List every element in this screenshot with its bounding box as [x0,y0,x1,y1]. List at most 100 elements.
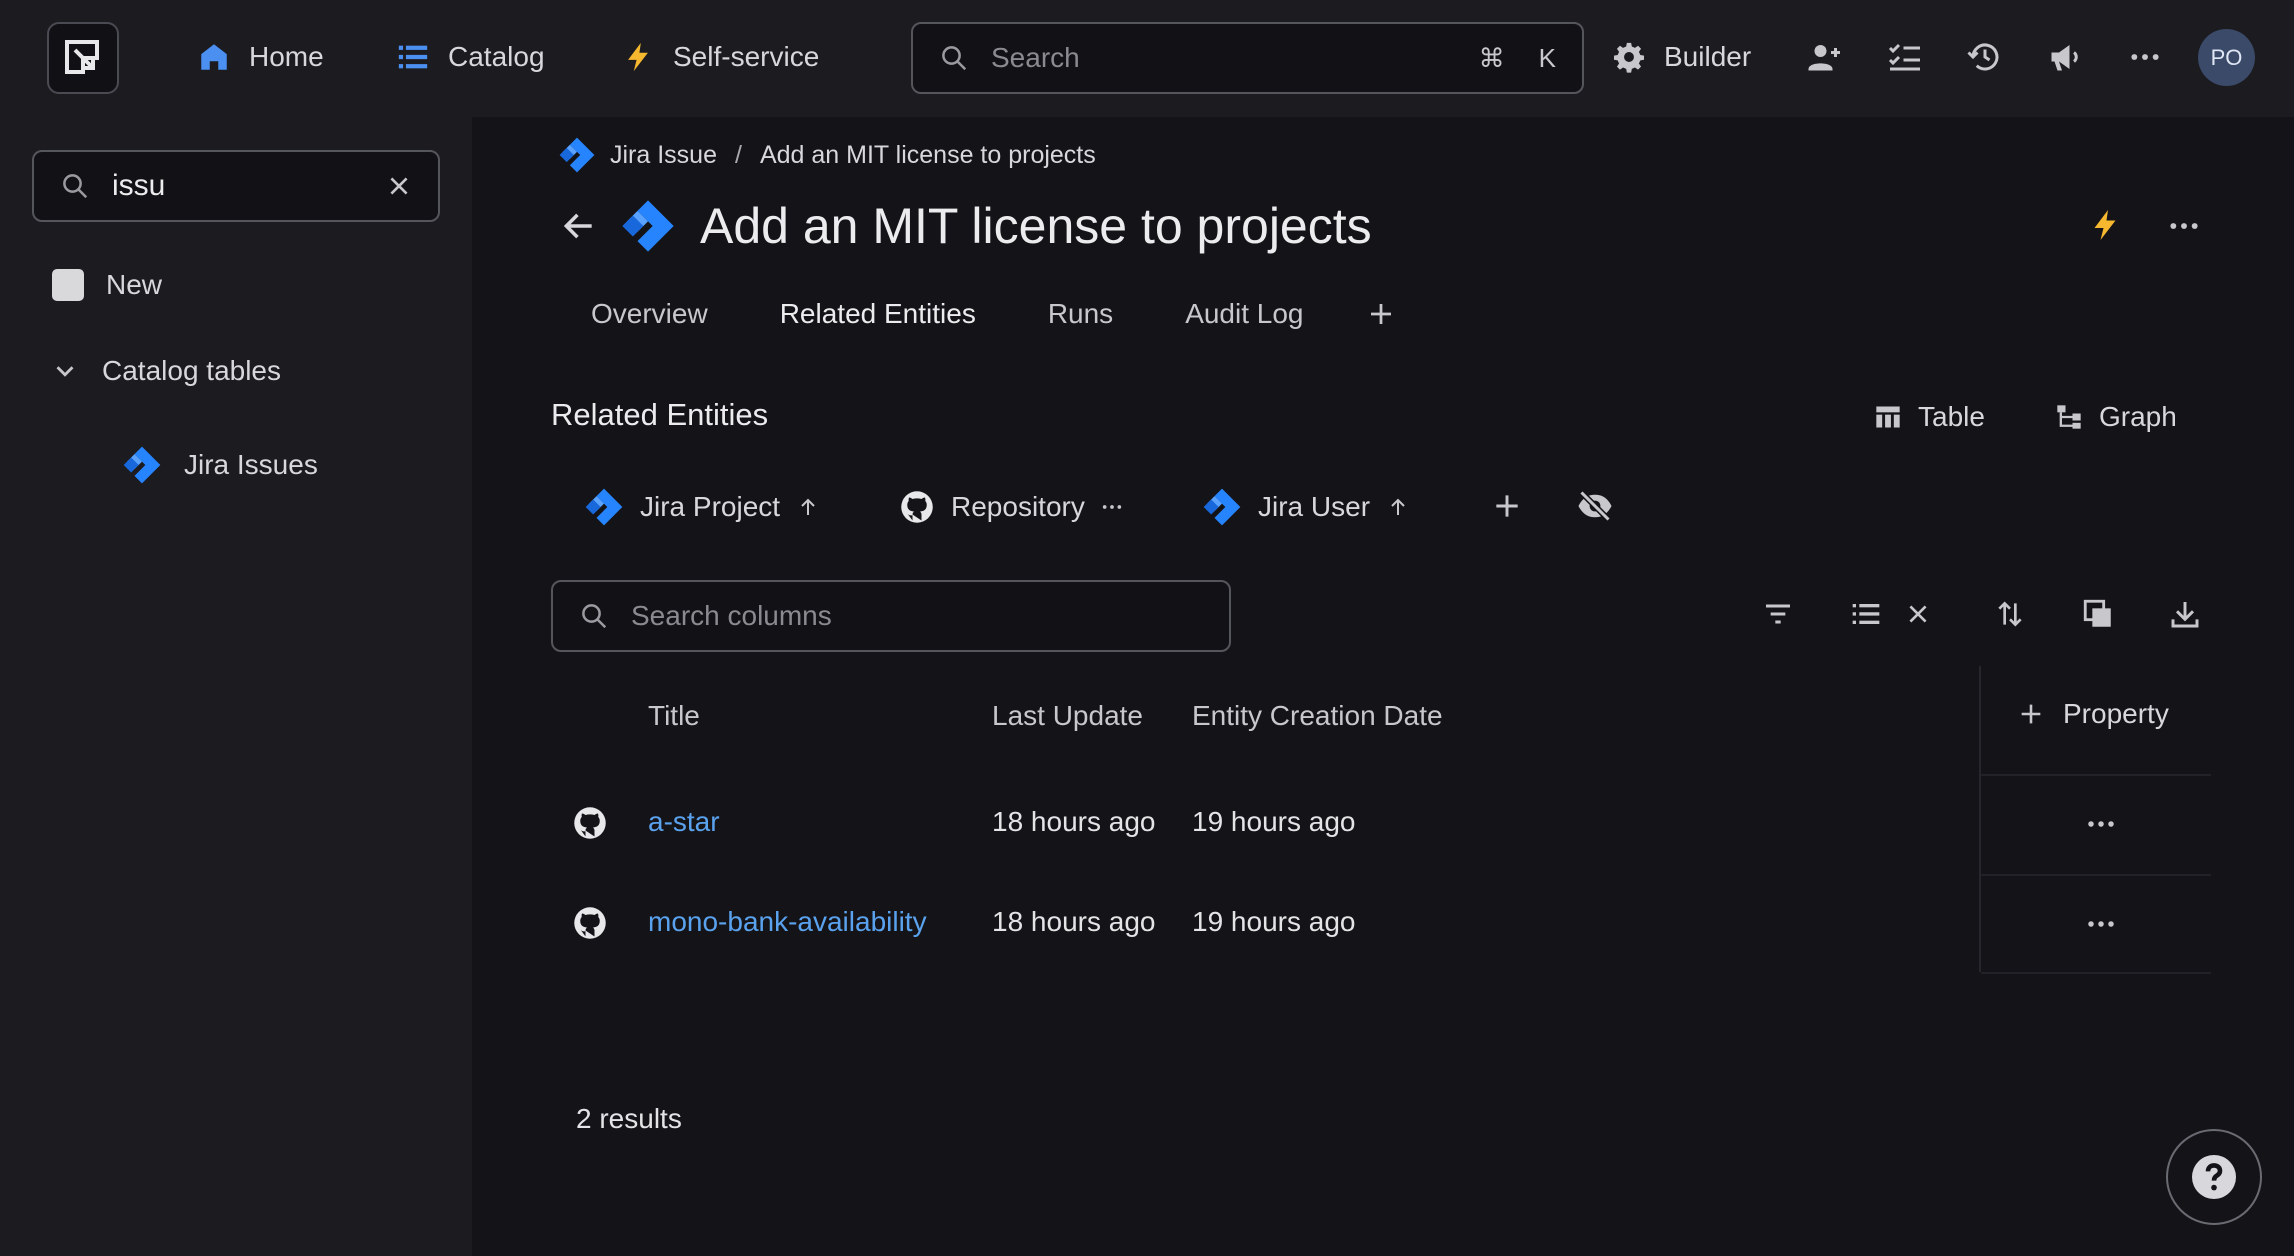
column-header-last-update[interactable]: Last Update [992,700,1143,732]
property-column-divider [1979,666,1981,972]
nav-catalog[interactable]: Catalog [396,32,545,82]
more-icon[interactable] [2125,37,2165,77]
sidebar-search-input[interactable]: issu [32,150,440,222]
sidebar-folder-catalog-tables[interactable]: Catalog tables [50,355,281,387]
section-title: Related Entities [551,397,769,432]
add-property-button[interactable]: Property [2017,698,2169,730]
gear-icon [1612,40,1646,74]
view-table-button[interactable]: Table [1874,396,1985,438]
sidebar-item-label: Jira Issues [184,449,318,480]
view-table-label: Table [1918,401,1985,432]
row-divider [1981,972,2211,974]
filter-icon[interactable] [1758,594,1798,634]
jira-icon [558,136,596,174]
jira-icon [620,198,676,254]
search-icon [60,171,90,201]
tab-related-entities[interactable]: Related Entities [780,298,976,330]
jira-icon [122,445,162,485]
nav-self-service[interactable]: Self-service [621,32,819,82]
tab-runs[interactable]: Runs [1048,298,1113,330]
relation-tab-repository[interactable]: Repository [899,485,1123,529]
view-graph-label: Graph [2099,401,2177,432]
nav-home[interactable]: Home [197,32,324,82]
lightning-icon [621,40,655,74]
entity-title-link[interactable]: a-star [648,806,720,838]
sidebar-item-label: Catalog tables [102,355,282,386]
group-by-list-icon[interactable] [1846,594,1886,634]
hidden-relations-eye-off-icon[interactable] [1576,488,1614,524]
row-more-icon[interactable] [2083,909,2119,939]
nav-home-label: Home [249,41,324,72]
top-navigation-bar: Home Catalog Self-service Search ⌘ K Bui… [0,0,2294,117]
add-property-label: Property [2063,698,2169,729]
page-more-icon[interactable] [2168,210,2200,242]
more-icon [1101,496,1123,518]
shortcut-cmd: ⌘ [1478,42,1505,73]
entity-tabs: Overview Related Entities Runs Audit Log [591,292,1396,336]
catalog-list-icon [396,40,430,74]
graph-icon [2055,403,2083,431]
search-icon [579,601,609,631]
github-icon [899,489,935,525]
port-logo[interactable] [47,22,119,94]
jira-icon [1202,487,1242,527]
home-icon [197,40,231,74]
creation-date-cell: 19 hours ago [1192,906,1356,937]
actions-lightning-icon[interactable] [2087,206,2123,244]
relation-tab-jira-project[interactable]: Jira Project [584,485,820,529]
catalog-sidebar: issu New Catalog tables Jira Issues [0,117,472,1256]
arrow-up-icon [1386,495,1410,519]
back-arrow-icon[interactable] [560,207,598,245]
column-header-title[interactable]: Title [648,700,700,732]
download-icon[interactable] [2165,594,2205,634]
page-header: Add an MIT license to projects [560,190,1372,262]
add-tab-icon[interactable] [1366,299,1396,329]
tab-overview[interactable]: Overview [591,298,708,330]
help-icon [2190,1153,2238,1201]
clear-group-icon[interactable] [1898,594,1938,634]
user-avatar[interactable]: PO [2198,29,2255,86]
sidebar-item-label: New [106,269,163,300]
breadcrumb-parent-link[interactable]: Jira Issue [610,141,717,170]
results-count: 2 results [576,1103,682,1134]
shortcut-key: K [1538,42,1556,73]
nav-self-service-label: Self-service [673,41,820,72]
relation-tab-label: Jira User [1258,491,1371,522]
row-divider [1981,774,2211,776]
column-header-entity-creation-date[interactable]: Entity Creation Date [1192,700,1443,732]
sort-icon[interactable] [1990,594,2030,634]
entity-title-link[interactable]: mono-bank-availability [648,906,927,938]
github-icon [572,905,608,941]
sidebar-item-new[interactable]: New [52,269,162,301]
global-search-input[interactable]: Search ⌘ K [911,22,1584,94]
page-title: Add an MIT license to projects [700,198,1372,254]
search-columns-input[interactable]: Search columns [551,580,1231,652]
chevron-down-icon [50,356,80,386]
row-more-icon[interactable] [2083,809,2119,839]
copy-icon[interactable] [2078,594,2118,634]
sidebar-search-value: issu [112,169,166,202]
last-update-cell: 18 hours ago [992,906,1156,937]
creation-date-cell: 19 hours ago [1192,806,1356,837]
breadcrumb-separator: / [734,140,742,169]
search-icon [939,43,969,73]
checklist-icon[interactable] [1885,37,1925,77]
clear-search-icon[interactable] [386,173,412,199]
relation-tab-label: Repository [951,491,1085,522]
relation-tab-jira-user[interactable]: Jira User [1202,485,1410,529]
arrow-up-icon [796,495,820,519]
nav-catalog-label: Catalog [448,41,545,72]
nav-builder[interactable]: Builder [1612,32,1751,82]
add-user-icon[interactable] [1805,37,1845,77]
history-icon[interactable] [1965,37,2005,77]
new-checkbox-icon [52,269,84,301]
add-relation-icon[interactable] [1491,490,1523,522]
announcement-icon[interactable] [2045,37,2085,77]
search-columns-placeholder: Search columns [631,600,832,631]
help-button[interactable] [2166,1129,2262,1225]
view-graph-button[interactable]: Graph [2055,396,2177,438]
last-update-cell: 18 hours ago [992,806,1156,837]
sidebar-item-jira-issues[interactable]: Jira Issues [122,445,318,485]
github-icon [572,805,608,841]
tab-audit-log[interactable]: Audit Log [1185,298,1303,330]
